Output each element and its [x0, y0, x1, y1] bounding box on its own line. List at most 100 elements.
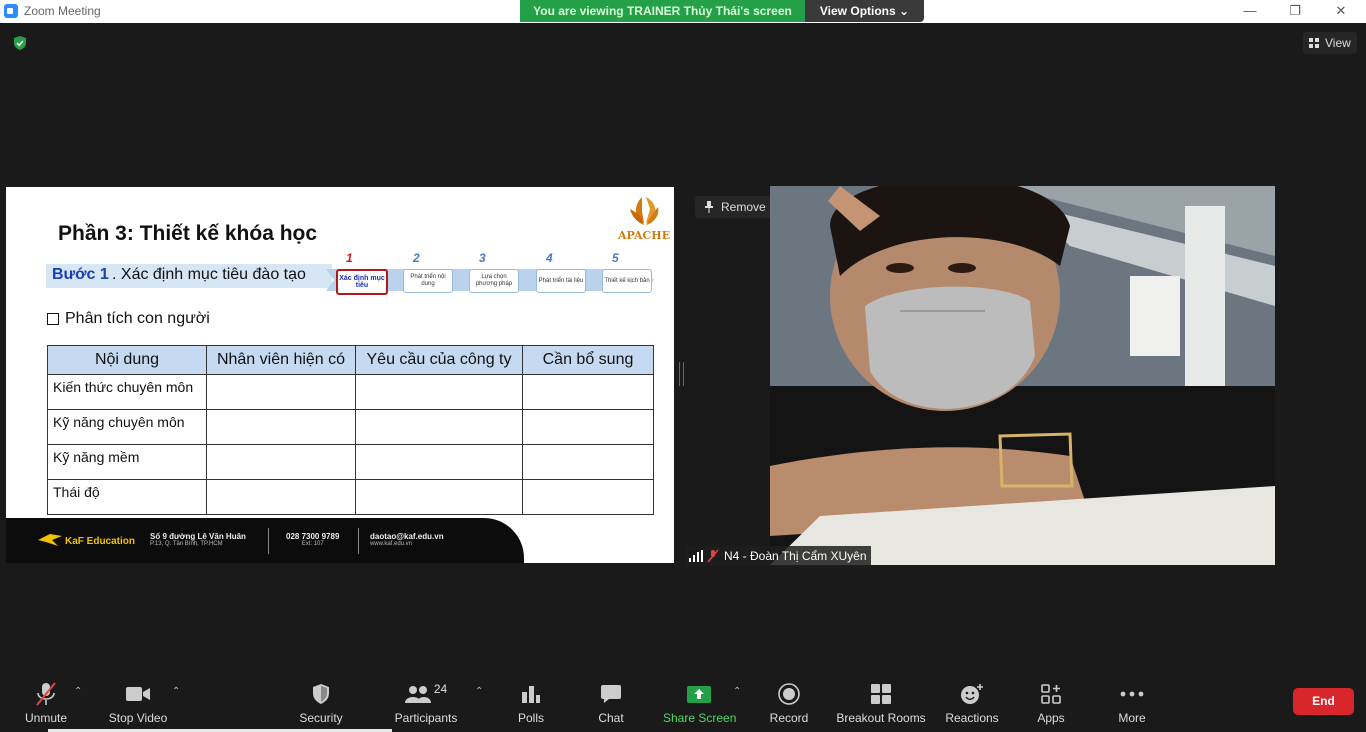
footer-address-line1: Số 9 đường Lê Văn Huân — [150, 532, 246, 541]
security-label: Security — [299, 711, 343, 725]
record-label: Record — [769, 711, 809, 725]
step-heading: Bước 1 . Xác định mục tiêu đào tạo — [46, 264, 332, 288]
view-options-label: View Options — [819, 4, 896, 18]
video-options-caret-icon[interactable]: ⌃ — [172, 686, 180, 697]
table-header-row: Nội dung Nhân viên hiện có Yêu cầu của c… — [47, 345, 654, 375]
close-icon[interactable]: ✕ — [1318, 0, 1364, 23]
panel-resize-handle[interactable] — [679, 362, 684, 386]
apps-label: Apps — [1037, 711, 1065, 725]
reactions-button[interactable]: Reactions — [944, 680, 1000, 725]
participants-count: 24 — [433, 682, 448, 696]
footer-contact: daotao@kaf.edu.vn www.kaf.edu.vn — [370, 532, 444, 547]
step-label: Xác định mục tiêu — [336, 269, 388, 295]
share-screen-label: Share Screen — [663, 711, 737, 725]
reactions-emoji-icon — [961, 684, 983, 704]
view-options-button[interactable]: View Options ⌄ — [805, 0, 924, 22]
checkbox-item-label: Phân tích con người — [65, 310, 210, 327]
footer-email: daotao@kaf.edu.vn — [370, 532, 444, 541]
breakout-rooms-button[interactable]: Breakout Rooms — [836, 680, 926, 725]
more-button[interactable]: More — [1114, 680, 1150, 725]
table-cell: Kỹ năng mềm — [47, 444, 207, 480]
view-button[interactable]: View — [1303, 32, 1357, 54]
polls-icon — [522, 686, 540, 703]
participants-label: Participants — [394, 711, 458, 725]
viewing-banner: You are viewing TRAINER Thủy Thái's scre… — [520, 0, 805, 22]
window-title: Zoom Meeting — [24, 4, 101, 18]
step-label: Phát triển nội dung — [403, 269, 453, 293]
table-header: Cần bổ sung — [522, 345, 654, 375]
participants-options-caret-icon[interactable]: ⌃ — [475, 686, 483, 697]
grid-view-icon — [1309, 38, 1319, 48]
table-row: Kỹ năng chuyên môn — [47, 409, 654, 445]
participant-video-frame — [770, 186, 1275, 565]
unmute-label: Unmute — [24, 711, 68, 725]
audio-options-caret-icon[interactable]: ⌃ — [74, 686, 82, 697]
step-number: 4 — [546, 251, 553, 265]
step-number: 2 — [413, 251, 420, 265]
security-button[interactable]: Security — [296, 680, 346, 725]
security-shield-icon — [313, 684, 329, 704]
participant-name: N4 - Đoàn Thị Cẩm XUyên — [724, 549, 867, 563]
footer-brand: KaF Education — [65, 536, 136, 547]
encryption-shield-icon[interactable] — [12, 35, 28, 51]
polls-label: Polls — [517, 711, 544, 725]
end-meeting-button[interactable]: End — [1293, 688, 1354, 715]
record-button[interactable]: Record — [768, 680, 810, 725]
footer-divider — [268, 528, 269, 554]
footer-website: www.kaf.edu.vn — [370, 541, 413, 547]
view-button-label: View — [1325, 36, 1351, 50]
breakout-rooms-icon — [871, 684, 891, 704]
more-label: More — [1118, 711, 1146, 725]
shared-screen[interactable]: Phần 3: Thiết kế khóa học APACHE Bước 1 … — [6, 187, 674, 563]
minimize-icon[interactable]: — — [1227, 0, 1273, 23]
table-row: Kỹ năng mềm — [47, 444, 654, 480]
breakout-rooms-label: Breakout Rooms — [836, 711, 926, 725]
apps-icon — [1041, 684, 1061, 704]
step-label: Phát triển tài liệu — [536, 269, 586, 293]
footer-phone-ext: Ext: 107 — [301, 541, 324, 547]
table-header: Yêu cầu của công ty — [355, 345, 523, 375]
muted-mic-icon — [707, 549, 719, 563]
table-row: Kiến thức chuyên môn — [47, 374, 654, 410]
step-label: Lựa chọn phương pháp — [469, 269, 519, 293]
stop-video-label: Stop Video — [108, 711, 168, 725]
chevron-down-icon: ⌄ — [899, 4, 910, 18]
participant-video[interactable] — [770, 186, 1275, 565]
table-cell: Kỹ năng chuyên môn — [47, 409, 207, 445]
footer-address-line2: P.13, Q. Tân Bình, TP.HCM — [150, 541, 223, 547]
polls-button[interactable]: Polls — [512, 680, 550, 725]
checkbox-item: Phân tích con người — [47, 310, 210, 328]
table-row: Thái độ — [47, 479, 654, 515]
table-cell: Thái độ — [47, 479, 207, 515]
share-options-caret-icon[interactable]: ⌃ — [733, 686, 741, 697]
apps-button[interactable]: Apps — [1034, 680, 1068, 725]
checkbox-square-icon — [47, 312, 59, 325]
step-label: Thiết kế kịch bản — [602, 269, 652, 293]
step-text: . Xác định mục tiêu đào tạo — [112, 266, 306, 283]
footer-divider — [358, 528, 359, 554]
footer-address: Số 9 đường Lê Văn Huân P.13, Q. Tân Bình… — [150, 532, 246, 547]
footer-phone: 028 7300 9789 Ext: 107 — [286, 532, 339, 547]
unmute-button[interactable]: Unmute — [22, 680, 70, 725]
table-header: Nội dung — [47, 345, 207, 375]
analysis-table: Nội dung Nhân viên hiện có Yêu cầu của c… — [47, 345, 654, 515]
meeting-toolbar: Unmute ⌃ Stop Video ⌃ Security 24 Partic… — [0, 672, 1366, 732]
slide-title: Phần 3: Thiết kế khóa học — [58, 222, 318, 245]
more-dots-icon — [1120, 691, 1144, 697]
participant-name-tag: N4 - Đoàn Thị Cẩm XUyên — [686, 546, 871, 566]
step-prefix: Bước 1 — [52, 266, 109, 283]
share-screen-button[interactable]: Share Screen — [663, 680, 737, 725]
participants-button[interactable]: 24 Participants — [393, 680, 459, 725]
reactions-label: Reactions — [945, 711, 999, 725]
stop-video-button[interactable]: Stop Video — [104, 680, 172, 725]
process-steps: 1 Xác định mục tiêu 2 Phát triển nội dun… — [326, 251, 656, 297]
restore-icon[interactable]: ❐ — [1272, 0, 1318, 23]
footer-phone-number: 028 7300 9789 — [286, 532, 340, 541]
step-number: 3 — [479, 251, 486, 265]
slide-footer: KaF Education Số 9 đường Lê Văn Huân P.1… — [6, 518, 524, 563]
chat-button[interactable]: Chat — [593, 680, 629, 725]
signal-strength-icon — [689, 550, 703, 562]
kaf-logo-icon — [38, 534, 62, 546]
share-screen-icon — [687, 686, 711, 703]
chat-label: Chat — [598, 711, 624, 725]
